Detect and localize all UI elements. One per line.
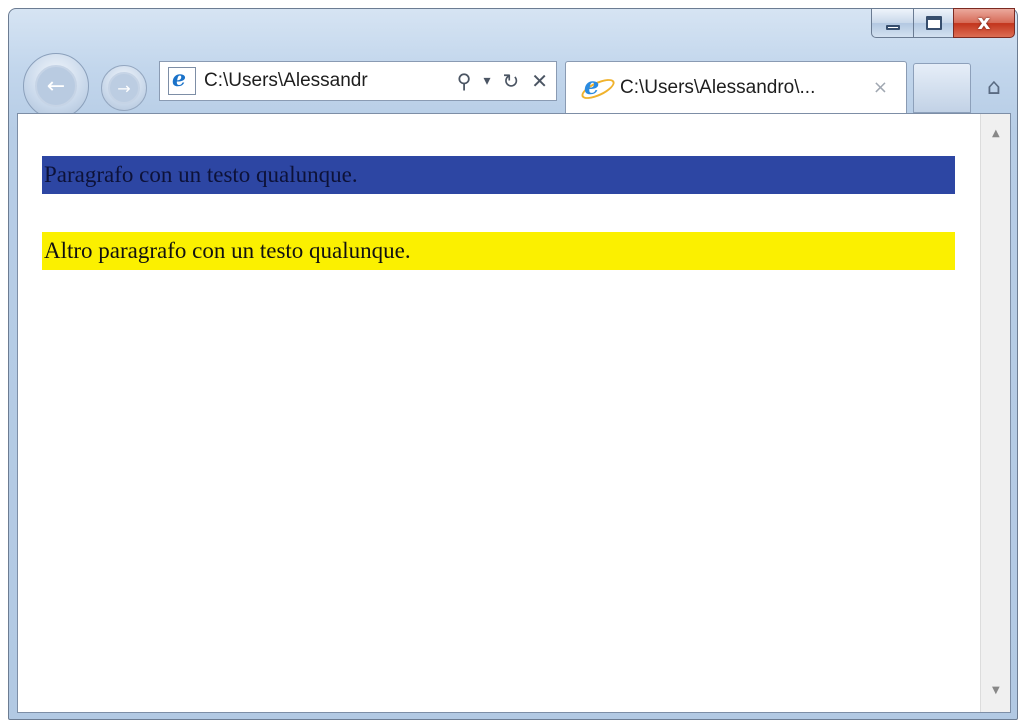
- back-button[interactable]: ←: [23, 53, 89, 119]
- close-icon: x: [977, 10, 991, 34]
- arrow-left-icon: ←: [35, 65, 77, 107]
- close-window-button[interactable]: x: [953, 8, 1015, 38]
- vertical-scrollbar[interactable]: ▲ ▼: [980, 114, 1010, 712]
- tab-close-icon[interactable]: ×: [873, 77, 888, 98]
- address-actions: ⚲ ▾ ↻ ✕: [457, 69, 548, 93]
- page-viewport: Paragrafo con un testo qualunque. Altro …: [17, 113, 1011, 713]
- scroll-up-icon[interactable]: ▲: [992, 128, 1000, 139]
- paragraph-blue: Paragrafo con un testo qualunque.: [42, 156, 955, 194]
- maximize-button[interactable]: [913, 8, 953, 38]
- tab-title: C:\Users\Alessandro\...: [620, 76, 816, 98]
- stop-icon[interactable]: ✕: [531, 69, 548, 93]
- arrow-right-icon: →: [108, 72, 140, 104]
- search-icon[interactable]: ⚲: [457, 69, 472, 93]
- paragraph-yellow: Altro paragrafo con un testo qualunque.: [42, 232, 955, 270]
- ie-logo-icon: e: [578, 71, 618, 103]
- refresh-icon[interactable]: ↻: [502, 69, 519, 93]
- address-input[interactable]: C:\Users\Alessandr: [204, 70, 416, 92]
- chevron-down-icon[interactable]: ▾: [483, 73, 490, 89]
- tab-active[interactable]: e C:\Users\Alessandro\... ×: [565, 61, 907, 113]
- page-icon: e: [168, 66, 196, 95]
- minimize-button[interactable]: [871, 8, 913, 38]
- home-icon[interactable]: ⌂: [987, 75, 1001, 100]
- new-tab-button[interactable]: [913, 63, 971, 113]
- caption-buttons: x: [871, 8, 1015, 38]
- maximize-icon: [925, 16, 942, 30]
- browser-window: x ← → e C:\Users\Alessandr ⚲ ▾ ↻ ✕ e C:\…: [8, 8, 1018, 720]
- minimize-icon: [885, 24, 900, 30]
- address-bar[interactable]: e C:\Users\Alessandr ⚲ ▾ ↻ ✕: [159, 61, 557, 101]
- scroll-down-icon[interactable]: ▼: [992, 685, 1000, 696]
- forward-button[interactable]: →: [101, 65, 147, 111]
